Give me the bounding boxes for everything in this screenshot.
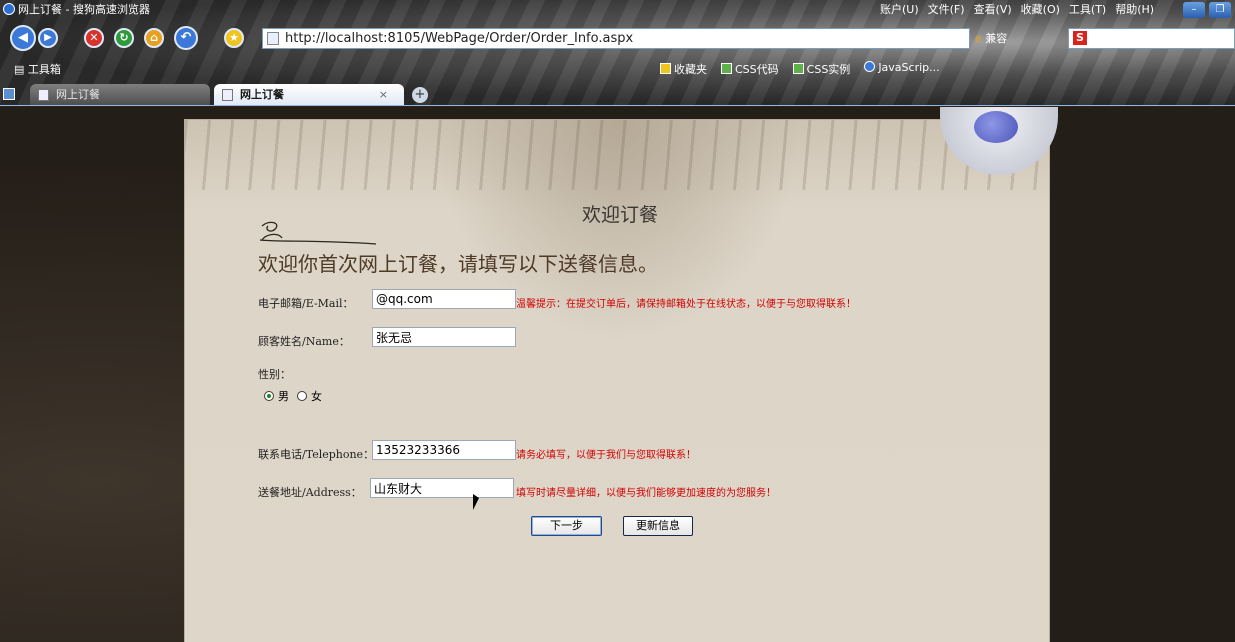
gender-female-radio[interactable] — [297, 391, 307, 401]
tab-label: 网上订餐 — [56, 88, 100, 101]
bookmark-icon — [864, 61, 876, 72]
sogou-logo-icon — [3, 3, 15, 15]
fav-item-css-examples[interactable]: CSS实例 — [792, 61, 851, 77]
fav-item-favorites[interactable]: 收藏夹 — [660, 61, 707, 77]
fav-item-javascript[interactable]: JavaScrip... — [864, 61, 940, 77]
toolbox-icon: ▤ — [14, 63, 25, 76]
chrome-divider — [0, 105, 1235, 106]
tab-strip: 网上订餐 网上订餐 × + — [0, 84, 1235, 106]
menu-help[interactable]: 帮助(H) — [1115, 0, 1154, 20]
address-bar[interactable]: http://localhost:8105/WebPage/Order/Orde… — [262, 28, 970, 49]
gender-female-label[interactable]: 女 — [311, 388, 322, 404]
name-field[interactable] — [372, 327, 516, 347]
telephone-label: 联系电话/Telephone： — [258, 448, 375, 461]
favorite-star-icon[interactable]: ★ — [224, 28, 244, 48]
address-hint: 填写时请尽量详细，以便与我们能够更加速度的为您服务！ — [516, 488, 776, 499]
email-hint: 温馨提示：在提交订单后，请保持邮箱处于在线状态，以便于与您取得联系！ — [516, 299, 856, 310]
bookmarks-toolbar: ▤ 工具箱 收藏夹 CSS代码 CSS实例 JavaScrip... — [0, 58, 1235, 80]
email-field[interactable] — [372, 289, 516, 309]
window-controls: – ❐ — [1183, 2, 1231, 18]
gender-label: 性别： — [258, 368, 291, 381]
compat-mode-button[interactable]: e 兼容 — [975, 30, 1007, 46]
tab-label: 网上订餐 — [240, 88, 284, 101]
address-label: 送餐地址/Address： — [258, 486, 362, 499]
home-icon[interactable]: ⌂ — [144, 28, 164, 48]
sogou-search-icon: S — [1073, 31, 1087, 45]
sidebar-toggle-icon[interactable] — [3, 88, 15, 100]
telephone-field[interactable] — [372, 440, 516, 460]
menu-bar: 账户(U) 文件(F) 查看(V) 收藏(O) 工具(T) 帮助(H) — [880, 0, 1154, 20]
undo-close-icon[interactable]: ↶ — [174, 26, 198, 50]
menu-view[interactable]: 查看(V) — [974, 0, 1012, 20]
gender-radio-group: 男 女 — [264, 388, 322, 404]
email-label: 电子邮箱/E-Mail： — [258, 297, 354, 310]
update-info-button[interactable]: 更新信息 — [623, 516, 693, 536]
navigation-toolbar: ◀ ▶ ✕ ↻ ⌂ ↶ ★ http://localhost:8105/WebP… — [0, 22, 1235, 56]
window-titlebar: 网上订餐 - 搜狗高速浏览器 账户(U) 文件(F) 查看(V) 收藏(O) 工… — [0, 0, 1235, 20]
telephone-hint: 请务必填写，以便于我们与您取得联系！ — [516, 450, 696, 461]
fav-item-css-code[interactable]: CSS代码 — [721, 61, 779, 77]
favorites-bar: 收藏夹 CSS代码 CSS实例 JavaScrip... — [660, 61, 940, 77]
page-icon — [38, 89, 49, 101]
page-subtitle: 欢迎你首次网上订餐，请填写以下送餐信息。 — [258, 252, 658, 276]
fav-item-label: CSS代码 — [735, 63, 779, 76]
bookmark-icon — [721, 63, 732, 74]
page-icon — [222, 89, 233, 101]
window-title: 网上订餐 - 搜狗高速浏览器 — [18, 3, 150, 16]
new-tab-icon[interactable]: + — [412, 87, 428, 103]
bookmark-icon — [792, 63, 804, 74]
fav-item-label: JavaScrip... — [878, 61, 940, 74]
toolbox-button[interactable]: ▤ 工具箱 — [14, 61, 61, 77]
next-step-button[interactable]: 下一步 — [531, 516, 602, 536]
restore-icon[interactable]: ❐ — [1209, 2, 1231, 18]
menu-file[interactable]: 文件(F) — [928, 0, 965, 20]
tab-order-2[interactable]: 网上订餐 × — [214, 84, 404, 106]
refresh-icon[interactable]: ↻ — [114, 28, 134, 48]
gender-male-label[interactable]: 男 — [278, 388, 289, 404]
page-icon — [267, 32, 279, 45]
menu-account[interactable]: 账户(U) — [880, 0, 919, 20]
tab-order-1[interactable]: 网上订餐 — [30, 84, 210, 106]
tab-close-icon[interactable]: × — [379, 84, 388, 106]
mouse-cursor-icon — [473, 494, 479, 510]
fav-item-label: CSS实例 — [806, 63, 851, 76]
address-url: http://localhost:8105/WebPage/Order/Orde… — [285, 31, 634, 46]
address-field[interactable] — [370, 478, 514, 498]
menu-favorites[interactable]: 收藏(O) — [1021, 0, 1060, 20]
stop-icon[interactable]: ✕ — [84, 28, 104, 48]
folder-icon — [660, 63, 671, 74]
gender-male-radio[interactable] — [264, 391, 274, 401]
forward-icon[interactable]: ▶ — [38, 28, 58, 48]
toolbox-label: 工具箱 — [27, 63, 61, 76]
compat-label: 兼容 — [985, 32, 1008, 45]
flower-decoration-icon — [974, 111, 1018, 143]
scroll-ornament-icon — [259, 221, 377, 245]
menu-tools[interactable]: 工具(T) — [1069, 0, 1106, 20]
fav-item-label: 收藏夹 — [674, 63, 707, 76]
browser-chrome: 网上订餐 - 搜狗高速浏览器 账户(U) 文件(F) 查看(V) 收藏(O) 工… — [0, 0, 1235, 106]
minimize-icon[interactable]: – — [1183, 2, 1205, 18]
back-icon[interactable]: ◀ — [10, 25, 36, 51]
name-label: 顾客姓名/Name： — [258, 335, 350, 348]
ie-icon: e — [975, 32, 982, 45]
form-paper — [185, 120, 1049, 642]
search-box[interactable]: S — [1068, 28, 1235, 49]
page-title: 欢迎订餐 — [582, 204, 659, 226]
